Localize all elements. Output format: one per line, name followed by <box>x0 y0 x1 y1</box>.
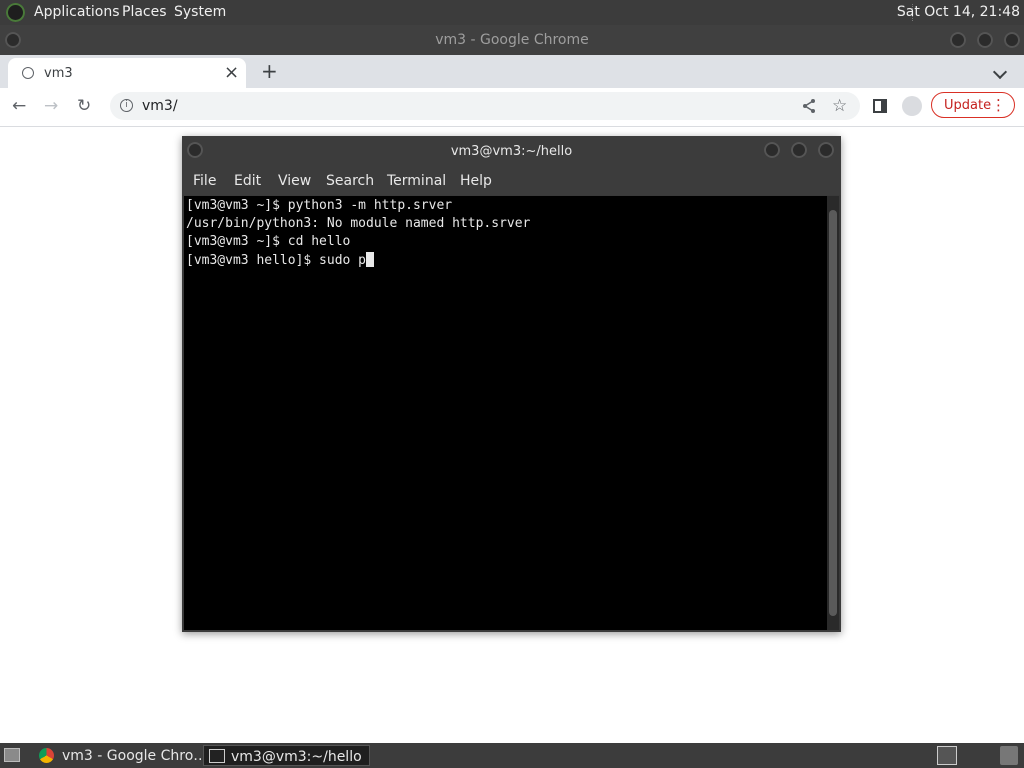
back-icon[interactable]: ← <box>12 96 26 116</box>
terminal-icon <box>209 749 225 763</box>
chrome-icon <box>39 748 54 763</box>
menu-applications[interactable]: Applications <box>34 4 120 20</box>
profile-avatar-icon[interactable] <box>902 96 922 116</box>
forward-icon[interactable]: → <box>44 96 58 116</box>
terminal-line: /usr/bin/python3: No module named http.s… <box>186 216 531 231</box>
terminal-line: [vm3@vm3 ~]$ python3 -m http.srver <box>186 198 453 213</box>
chrome-window-title: vm3 - Google Chrome <box>435 32 589 48</box>
reload-icon[interactable]: ↻ <box>77 96 91 116</box>
chrome-title-bar: vm3 - Google Chrome <box>0 25 1024 55</box>
taskbar-chrome-label: vm3 - Google Chro… <box>62 748 208 764</box>
workspace-switcher-icon[interactable] <box>937 746 957 765</box>
terminal-menubar: File Edit View Search Terminal Help <box>182 167 841 195</box>
tab-strip: vm3 × + <box>0 55 1024 88</box>
terminal-scrollbar[interactable] <box>827 196 839 630</box>
browser-toolbar: ← → ↻ i vm3/ ☆ Update ⋮ <box>0 88 1024 127</box>
terminal-menu-help[interactable]: Help <box>460 173 492 189</box>
terminal-title-bar[interactable]: vm3@vm3:~/hello <box>182 136 841 167</box>
terminal-line: [vm3@vm3 ~]$ cd hello <box>186 234 351 249</box>
terminal-menu-search[interactable]: Search <box>326 173 374 189</box>
taskbar: vm3 - Google Chro… vm3@vm3:~/hello <box>0 743 1024 768</box>
terminal-screen[interactable]: [vm3@vm3 ~]$ python3 -m http.srver /usr/… <box>184 196 827 630</box>
gnome-foot-icon[interactable] <box>6 3 25 22</box>
tab-search-chevron-icon[interactable] <box>992 64 1008 80</box>
more-menu-icon[interactable]: ⋮ <box>991 96 1006 114</box>
terminal-menu-view[interactable]: View <box>278 173 311 189</box>
terminal-menu-terminal[interactable]: Terminal <box>387 173 446 189</box>
clock[interactable]: Sat Oct 14, 21:48 <box>897 4 1020 20</box>
terminal-title: vm3@vm3:~/hello <box>450 144 573 159</box>
top-panel: Applications Places System Sat Oct 14, 2… <box>0 0 1024 25</box>
globe-icon <box>22 67 34 79</box>
share-icon[interactable] <box>801 98 817 114</box>
update-button[interactable]: Update ⋮ <box>931 92 1015 118</box>
scrollbar-thumb[interactable] <box>829 210 837 616</box>
tab-label: vm3 <box>44 66 73 81</box>
new-tab-button[interactable]: + <box>261 59 278 83</box>
minimize-button[interactable] <box>950 32 966 48</box>
text-cursor <box>366 252 375 267</box>
show-desktop-icon[interactable] <box>4 748 20 762</box>
taskbar-item-chrome[interactable]: vm3 - Google Chro… <box>34 745 207 766</box>
close-window-button[interactable] <box>1004 32 1020 48</box>
taskbar-terminal-label: vm3@vm3:~/hello <box>231 749 362 765</box>
url-text[interactable]: vm3/ <box>142 98 178 114</box>
terminal-menu-file[interactable]: File <box>193 173 216 189</box>
terminal-close-button[interactable] <box>818 142 834 158</box>
terminal-current-input: [vm3@vm3 hello]$ sudo p <box>186 253 367 268</box>
terminal-prompt-line: [vm3@vm3 hello]$ sudo p <box>186 252 375 268</box>
terminal-minimize-button[interactable] <box>764 142 780 158</box>
menu-places[interactable]: Places <box>122 4 167 20</box>
terminal-menu-edit[interactable]: Edit <box>234 173 261 189</box>
side-panel-icon[interactable] <box>873 99 887 113</box>
bookmark-star-icon[interactable]: ☆ <box>832 96 847 116</box>
trash-icon[interactable] <box>1000 746 1018 765</box>
menu-system[interactable]: System <box>174 4 226 20</box>
taskbar-item-terminal[interactable]: vm3@vm3:~/hello <box>203 745 370 766</box>
maximize-button[interactable] <box>977 32 993 48</box>
site-info-icon[interactable]: i <box>120 99 133 112</box>
address-bar[interactable]: i vm3/ <box>110 92 860 120</box>
tab-vm3[interactable]: vm3 × <box>8 58 246 88</box>
terminal-maximize-button[interactable] <box>791 142 807 158</box>
terminal-window: vm3@vm3:~/hello File Edit View Search Te… <box>182 136 841 632</box>
tab-close-icon[interactable]: × <box>224 62 239 83</box>
update-label: Update <box>944 98 992 113</box>
